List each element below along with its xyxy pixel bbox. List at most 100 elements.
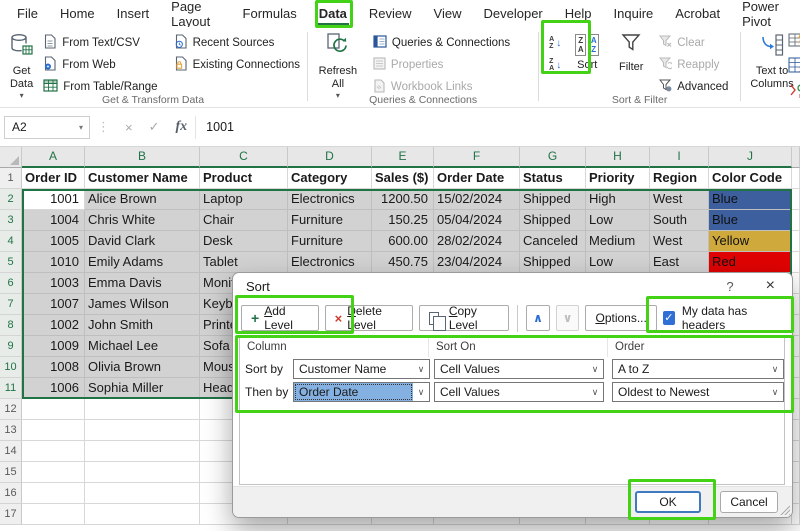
cell-header-color-code[interactable]: Color Code — [709, 168, 792, 189]
recent-sources-button[interactable]: Recent Sources — [170, 33, 304, 53]
cell-header-product[interactable]: Product — [200, 168, 288, 189]
refresh-all-button[interactable]: Refresh All ▾ — [313, 30, 363, 100]
cell[interactable]: Low — [586, 252, 650, 273]
get-data-button[interactable]: Get Data ▾ — [4, 30, 39, 100]
chevron-down-icon[interactable]: ∨ — [767, 360, 783, 378]
row-number-17[interactable]: 17 — [0, 504, 22, 525]
cell[interactable]: Chris White — [85, 210, 200, 231]
cell[interactable]: 1002 — [22, 315, 85, 336]
cell-header-order-date[interactable]: Order Date — [434, 168, 520, 189]
sort-z-to-a-button[interactable]: ZA ↓ — [549, 56, 561, 74]
cell[interactable]: Medium — [586, 231, 650, 252]
cell[interactable] — [22, 462, 85, 483]
row-number-8[interactable]: 8 — [0, 315, 22, 336]
cell[interactable]: Blue — [709, 189, 792, 210]
row-number-12[interactable]: 12 — [0, 399, 22, 420]
cell-header-customer-name[interactable]: Customer Name — [85, 168, 200, 189]
cell[interactable]: Laptop — [200, 189, 288, 210]
insert-function-icon[interactable]: fx — [168, 119, 196, 135]
cell[interactable]: Electronics — [288, 252, 372, 273]
cell[interactable]: 05/04/2024 — [434, 210, 520, 231]
cell[interactable]: Shipped — [520, 189, 586, 210]
close-icon[interactable]: × — [762, 277, 779, 295]
then-by-sort-on-dropdown[interactable]: Cell Values ∨ — [434, 382, 604, 402]
column-header-D[interactable]: D — [288, 147, 372, 168]
sort-dialog-titlebar[interactable]: Sort ? × — [233, 273, 792, 299]
tab-help[interactable]: Help — [554, 0, 603, 27]
row-number-13[interactable]: 13 — [0, 420, 22, 441]
cell[interactable] — [85, 399, 200, 420]
tab-review[interactable]: Review — [358, 0, 423, 27]
cell[interactable]: 1007 — [22, 294, 85, 315]
select-all-corner[interactable] — [0, 147, 22, 168]
row-number-15[interactable]: 15 — [0, 462, 22, 483]
cell[interactable]: John Smith — [85, 315, 200, 336]
cell[interactable]: 1008 — [22, 357, 85, 378]
queries-connections-button[interactable]: Queries & Connections — [369, 33, 514, 53]
tab-formulas[interactable]: Formulas — [232, 0, 308, 27]
row-number-3[interactable]: 3 — [0, 210, 22, 231]
cancel-button[interactable]: Cancel — [720, 491, 778, 513]
cell[interactable]: 23/04/2024 — [434, 252, 520, 273]
row-number-10[interactable]: 10 — [0, 357, 22, 378]
formula-bar-splitter[interactable]: ⋮ — [90, 119, 117, 135]
chevron-down-icon[interactable]: ▾ — [73, 123, 89, 132]
row-number-14[interactable]: 14 — [0, 441, 22, 462]
row-number-1[interactable]: 1 — [0, 168, 22, 189]
cell[interactable] — [22, 483, 85, 504]
sort-by-order-dropdown[interactable]: A to Z ∨ — [612, 359, 784, 379]
column-header-A[interactable]: A — [22, 147, 85, 168]
cell[interactable]: 28/02/2024 — [434, 231, 520, 252]
ok-button[interactable]: OK — [635, 491, 701, 513]
cell[interactable]: James Wilson — [85, 294, 200, 315]
cell[interactable]: Shipped — [520, 252, 586, 273]
cell[interactable]: 1004 — [22, 210, 85, 231]
add-level-button[interactable]: + Add Level — [241, 304, 319, 332]
column-header-G[interactable]: G — [520, 147, 586, 168]
tab-power-pivot[interactable]: Power Pivot — [731, 0, 800, 29]
my-data-has-headers-checkbox[interactable]: ✓ My data has headers — [662, 304, 784, 332]
cell-header-sales-[interactable]: Sales ($) — [372, 168, 434, 189]
row-number-2[interactable]: 2 — [0, 189, 22, 210]
checkbox-checked-icon[interactable]: ✓ — [662, 311, 675, 325]
row-number-6[interactable]: 6 — [0, 273, 22, 294]
cell[interactable] — [85, 504, 200, 525]
cell[interactable] — [22, 441, 85, 462]
cancel-entry-icon[interactable]: × — [117, 120, 141, 135]
cell[interactable]: 15/02/2024 — [434, 189, 520, 210]
cell-header-category[interactable]: Category — [288, 168, 372, 189]
sort-button[interactable]: ZA AZ Sort — [564, 30, 610, 72]
cell[interactable]: Shipped — [520, 210, 586, 231]
cell[interactable]: Chair — [200, 210, 288, 231]
cell-header-priority[interactable]: Priority — [586, 168, 650, 189]
column-header-F[interactable]: F — [434, 147, 520, 168]
cell[interactable]: Sophia Miller — [85, 378, 200, 399]
delete-level-button[interactable]: × Delete Level — [324, 304, 414, 332]
cell[interactable] — [22, 504, 85, 525]
help-icon[interactable]: ? — [722, 279, 737, 294]
tab-inquire[interactable]: Inquire — [603, 0, 665, 27]
cell[interactable]: West — [650, 231, 709, 252]
existing-connections-button[interactable]: Existing Connections — [170, 55, 304, 75]
cell[interactable] — [22, 399, 85, 420]
cell[interactable] — [22, 420, 85, 441]
cell[interactable]: Michael Lee — [85, 336, 200, 357]
options-button[interactable]: Options... — [585, 305, 657, 331]
then-by-order-dropdown[interactable]: Oldest to Newest ∨ — [612, 382, 784, 402]
cell[interactable]: High — [586, 189, 650, 210]
tab-view[interactable]: View — [423, 0, 473, 27]
cell[interactable]: Emily Adams — [85, 252, 200, 273]
cell[interactable]: David Clark — [85, 231, 200, 252]
cell[interactable]: Alice Brown — [85, 189, 200, 210]
column-header-E[interactable]: E — [372, 147, 434, 168]
cell[interactable]: 1005 — [22, 231, 85, 252]
filter-button[interactable]: Filter — [610, 30, 652, 74]
cell[interactable]: 150.25 — [372, 210, 434, 231]
row-number-11[interactable]: 11 — [0, 378, 22, 399]
cell[interactable]: Blue — [709, 210, 792, 231]
sort-a-to-z-button[interactable]: AZ ↓ — [549, 34, 561, 52]
cell[interactable]: Olivia Brown — [85, 357, 200, 378]
column-header-H[interactable]: H — [586, 147, 650, 168]
column-header-B[interactable]: B — [85, 147, 200, 168]
column-header-J[interactable]: J — [709, 147, 792, 168]
